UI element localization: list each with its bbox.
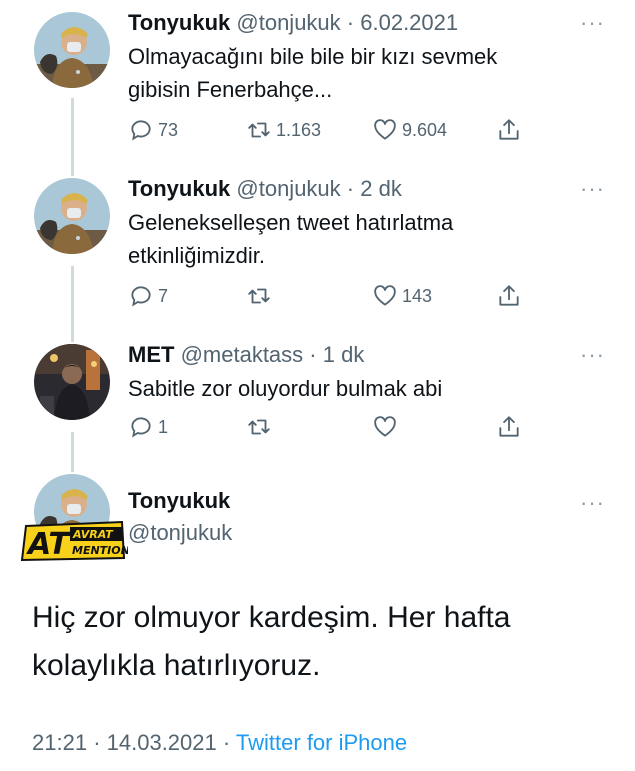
retweet-icon	[248, 419, 270, 435]
retweet-count: 1.163	[276, 119, 322, 140]
tweet-source-link[interactable]: Twitter for iPhone	[236, 730, 407, 755]
reply-icon	[131, 286, 151, 307]
main-tweet-text: Hiç zor olmuyor kardeşim. Her hafta kola…	[32, 594, 612, 690]
separator-dot: ·	[346, 176, 355, 201]
author-handle[interactable]: @metaktass	[181, 342, 304, 367]
like-button[interactable]: 9.604	[372, 117, 447, 143]
author-name[interactable]: MET	[128, 342, 174, 367]
retweet-button[interactable]	[246, 283, 276, 309]
tweet-actions: 1	[128, 414, 538, 442]
like-button[interactable]: 143	[372, 283, 432, 309]
tweet-actions: 7 143	[128, 283, 538, 311]
author-name[interactable]: Tonyukuk	[128, 176, 230, 201]
tweet-header: Tonyukuk @tonjukuk · 6.02.2021	[128, 10, 458, 36]
avatar[interactable]	[34, 178, 110, 254]
more-icon[interactable]: ···	[580, 12, 605, 34]
tweet-time[interactable]: 6.02.2021	[360, 10, 458, 35]
like-button[interactable]	[372, 414, 402, 440]
main-tweet-text-line: kolaylıkla hatırlıyoruz.	[32, 649, 321, 682]
heart-icon	[374, 416, 396, 437]
like-count: 143	[402, 285, 433, 306]
more-icon[interactable]: ···	[580, 492, 605, 514]
tweet-header: MET @metaktass · 1 dk	[128, 342, 364, 368]
author-name[interactable]: Tonyukuk	[128, 488, 230, 514]
share-button[interactable]	[496, 283, 522, 309]
tweet-text: Gelenekselleşen tweet hatırlatma etkinli…	[128, 206, 598, 272]
heart-icon	[374, 119, 396, 140]
watermark-bottom-text: MENTION	[72, 544, 128, 557]
heart-icon	[374, 285, 396, 306]
separator-dot: ·	[346, 10, 355, 35]
watermark-top-text: AVRAT	[72, 528, 114, 541]
reply-count: 73	[158, 119, 179, 140]
reply-button[interactable]: 73	[128, 117, 178, 143]
avatar[interactable]	[34, 344, 110, 420]
reply-button[interactable]: 7	[128, 283, 168, 309]
main-tweet-text-line: Hiç zor olmuyor kardeşim. Her hafta	[32, 601, 511, 634]
tweet-text-line: Gelenekselleşen tweet hatırlatma	[128, 210, 454, 235]
tweet-meta: 21:21 · 14.03.2021 · Twitter for iPhone	[32, 730, 407, 756]
tweet-time[interactable]: 2 dk	[360, 176, 402, 201]
reply-count: 7	[158, 285, 169, 306]
tweet-text: Sabitle zor oluyordur bulmak abi	[128, 372, 598, 405]
retweet-icon	[248, 122, 270, 138]
share-button[interactable]	[496, 414, 522, 440]
author-handle[interactable]: @tonjukuk	[128, 520, 232, 546]
more-icon[interactable]: ···	[580, 178, 605, 200]
tweet-text: Olmayacağını bile bile bir kızı sevmek g…	[128, 40, 598, 106]
like-count: 9.604	[402, 119, 448, 140]
thread-line	[71, 266, 74, 342]
share-icon	[499, 119, 519, 140]
reply-count: 1	[158, 416, 169, 437]
tweet-time[interactable]: 1 dk	[323, 342, 365, 367]
share-button[interactable]	[496, 117, 522, 143]
thread-line	[71, 432, 74, 472]
tweet-text-line: Sabitle zor oluyordur bulmak abi	[128, 376, 443, 401]
tweet-date[interactable]: 14.03.2021	[107, 730, 217, 755]
tweet-header: Tonyukuk @tonjukuk · 2 dk	[128, 176, 402, 202]
tweet-text-line: etkinliğimizdir.	[128, 243, 265, 268]
tweet-time[interactable]: 21:21	[32, 730, 87, 755]
watermark-badge: AT AVRAT MENTION	[20, 518, 130, 562]
more-icon[interactable]: ···	[580, 344, 605, 366]
retweet-button[interactable]	[246, 414, 276, 440]
reply-icon	[131, 120, 151, 141]
retweet-button[interactable]: 1.163	[246, 117, 321, 143]
author-handle[interactable]: @tonjukuk	[236, 10, 340, 35]
reply-button[interactable]: 1	[128, 414, 168, 440]
tweet-text-line: Olmayacağını bile bile bir kızı sevmek	[128, 44, 498, 69]
tweet-actions: 73 1.163 9.604	[128, 117, 538, 145]
reply-icon	[131, 417, 151, 438]
author-name[interactable]: Tonyukuk	[128, 10, 230, 35]
separator-dot: ·	[222, 730, 231, 755]
tweet-text-line: gibisin Fenerbahçe...	[128, 77, 333, 102]
thread-line	[71, 98, 74, 176]
share-icon	[499, 285, 519, 306]
separator-dot: ·	[309, 342, 317, 367]
author-handle[interactable]: @tonjukuk	[236, 176, 340, 201]
separator-dot: ·	[93, 730, 101, 755]
avatar[interactable]	[34, 12, 110, 88]
watermark-big-text: AT	[26, 527, 71, 562]
share-icon	[499, 416, 519, 437]
retweet-icon	[248, 288, 270, 304]
